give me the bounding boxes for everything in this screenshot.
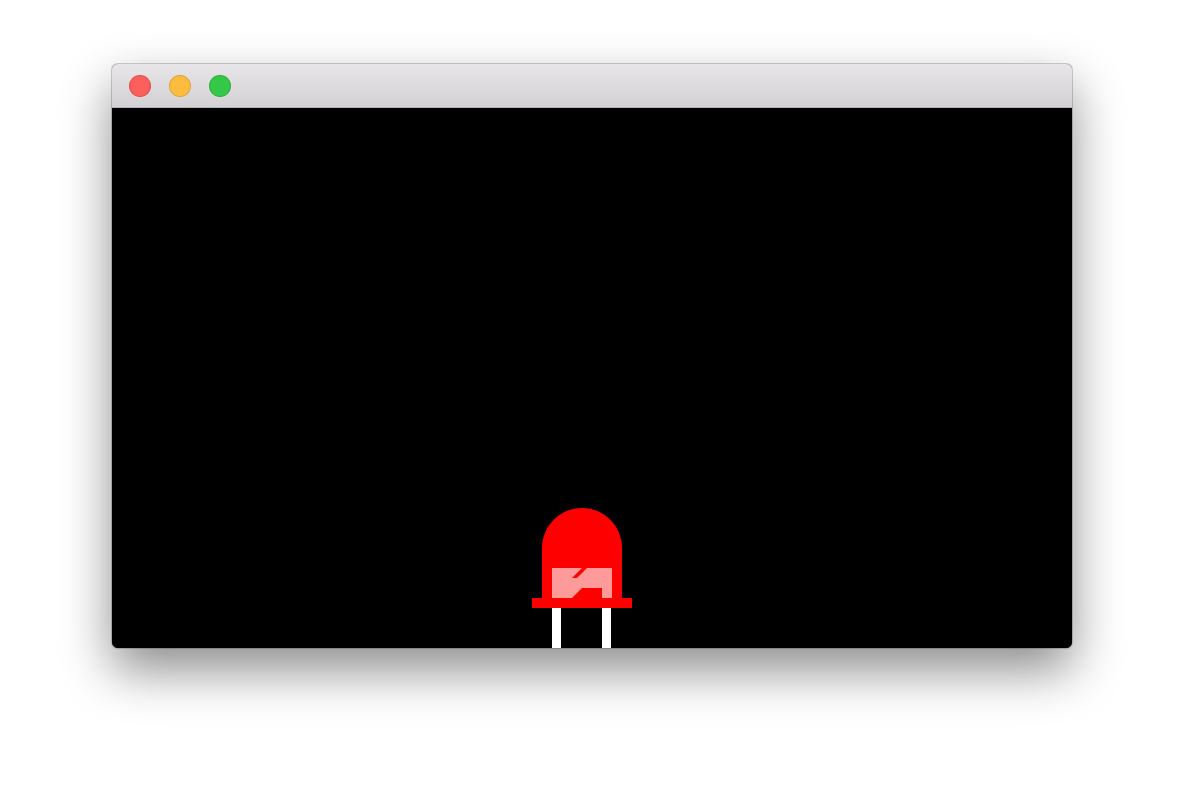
led-rim	[532, 598, 632, 608]
minimize-button[interactable]	[169, 75, 191, 97]
canvas-area	[112, 108, 1072, 648]
led-leg-right	[602, 608, 611, 648]
title-bar[interactable]	[112, 64, 1072, 108]
led-leg-left	[552, 608, 561, 648]
led-icon	[532, 508, 632, 648]
app-window	[112, 64, 1072, 648]
close-button[interactable]	[129, 75, 151, 97]
maximize-button[interactable]	[209, 75, 231, 97]
